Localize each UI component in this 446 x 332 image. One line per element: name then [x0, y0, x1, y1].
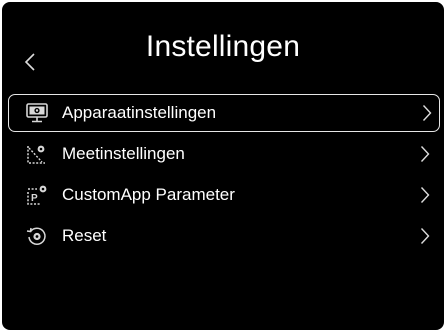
header: Instellingen — [2, 2, 444, 88]
reset-icon — [24, 224, 50, 248]
menu-item-meetinstellingen[interactable]: Meetinstellingen — [2, 134, 444, 174]
chevron-right-icon — [418, 144, 432, 164]
menu-item-label: Meetinstellingen — [62, 144, 185, 163]
menu-item-apparaatinstellingen[interactable]: Apparaatinstellingen — [8, 94, 440, 132]
measurement-settings-icon — [24, 142, 50, 166]
chevron-right-icon — [420, 103, 434, 123]
customapp-parameter-icon: P — [24, 183, 50, 207]
svg-text:P: P — [31, 193, 38, 204]
menu-item-customapp-parameter[interactable]: P CustomApp Parameter — [2, 175, 444, 215]
menu-item-reset[interactable]: Reset — [2, 216, 444, 256]
device-settings-icon — [24, 101, 50, 125]
page-title: Instellingen — [145, 30, 301, 63]
settings-screen: Instellingen Apparaatinstellingen Meetin… — [2, 2, 444, 330]
settings-menu: Apparaatinstellingen Meetinstellingen P … — [2, 93, 444, 257]
menu-item-label: CustomApp Parameter — [62, 185, 235, 204]
menu-item-label: Apparaatinstellingen — [62, 103, 217, 122]
menu-item-label: Reset — [62, 226, 107, 245]
chevron-right-icon — [418, 226, 432, 246]
chevron-right-icon — [418, 185, 432, 205]
